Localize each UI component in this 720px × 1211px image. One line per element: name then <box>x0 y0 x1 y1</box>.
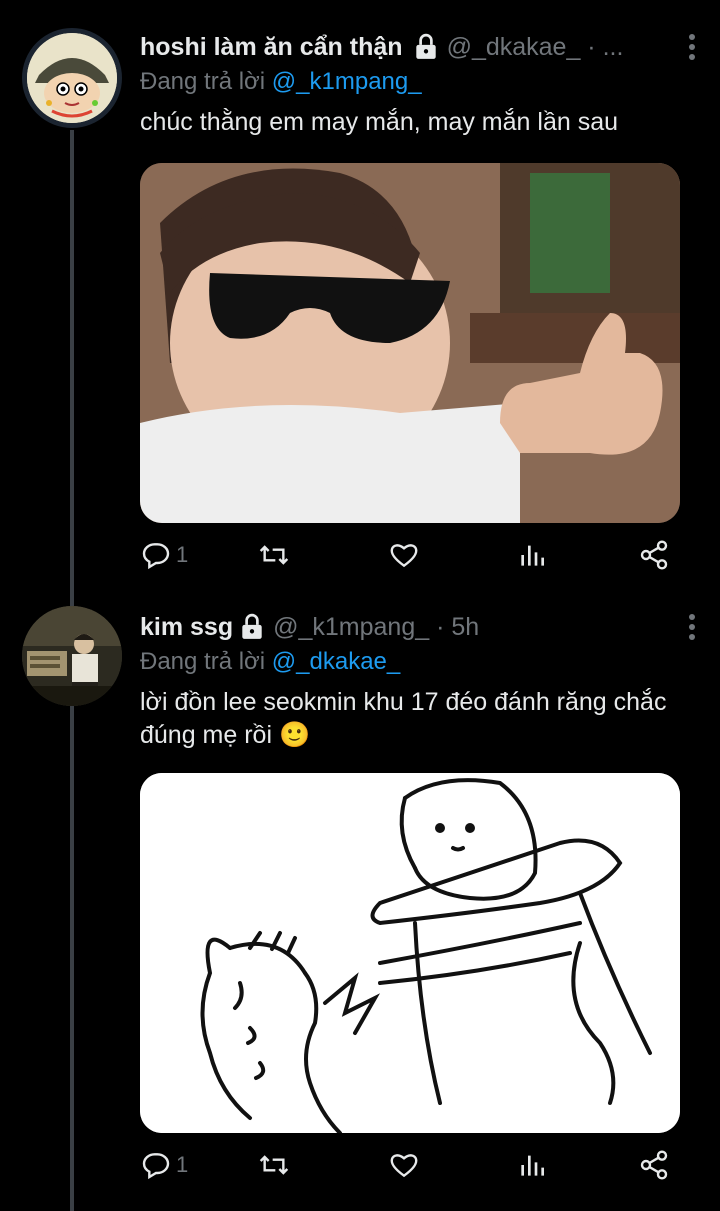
reply-count: 1 <box>176 542 189 567</box>
handle[interactable]: @_k1mpang_ · 5h <box>273 613 479 642</box>
retweet-icon <box>259 1155 289 1175</box>
share-icon <box>640 1150 668 1180</box>
avatar[interactable] <box>22 606 122 706</box>
retweet-button[interactable] <box>258 1149 290 1181</box>
timeline: hoshi làm ăn cẩn thận @_dkakae_ · ... Đa… <box>0 0 720 1211</box>
display-name[interactable]: kim ssg <box>140 613 233 642</box>
share-button[interactable] <box>638 1149 670 1181</box>
heart-icon <box>390 1154 418 1178</box>
reply-icon <box>142 543 170 570</box>
reply-button[interactable]: 1 <box>140 539 188 571</box>
heart-icon <box>390 544 418 568</box>
tweet-actions: 1 <box>140 535 680 575</box>
reply-button[interactable]: 1 <box>140 1149 188 1181</box>
share-icon <box>640 540 668 570</box>
views-button[interactable] <box>516 1149 548 1181</box>
replying-prefix: Đang trả lời <box>140 648 266 675</box>
baby-sunglasses-thumbs-up-image[interactable] <box>140 163 680 523</box>
tweet-actions: 1 <box>140 1145 680 1185</box>
replying-prefix: Đang trả lời <box>140 68 266 95</box>
replying-mention-link[interactable]: @_k1mpang_ <box>272 68 422 95</box>
reply-count: 1 <box>176 1152 189 1177</box>
display-name[interactable]: hoshi làm ăn cẩn thận <box>140 33 403 62</box>
more-options-icon[interactable] <box>680 32 704 62</box>
cartoon-breath-sketch-image[interactable] <box>140 773 680 1133</box>
tweet-header: hoshi làm ăn cẩn thận @_dkakae_ · ... <box>140 28 698 66</box>
replying-mention-link[interactable]: @_dkakae_ <box>272 648 400 675</box>
views-button[interactable] <box>516 539 548 571</box>
tweet[interactable]: kim ssg @_k1mpang_ · 5h Đang trả lời @_d… <box>0 590 720 1211</box>
handle[interactable]: @_dkakae_ · ... <box>447 33 624 62</box>
more-options-icon[interactable] <box>680 612 704 642</box>
like-button[interactable] <box>388 539 420 571</box>
retweet-button[interactable] <box>258 539 290 571</box>
replying-to: Đang trả lời @_dkakae_ <box>140 648 698 682</box>
lock-icon <box>413 33 439 61</box>
replying-to: Đang trả lời @_k1mpang_ <box>140 68 698 102</box>
tweet-content: kim ssg @_k1mpang_ · 5h Đang trả lời @_d… <box>140 608 698 752</box>
reply-icon <box>142 1153 170 1180</box>
analytics-icon <box>521 1155 544 1176</box>
tweet-text: lời đồn lee seokmin khu 17 đéo đánh răng… <box>140 688 667 749</box>
tweet-content: hoshi làm ăn cẩn thận @_dkakae_ · ... Đa… <box>140 28 698 139</box>
avatar[interactable] <box>22 28 122 128</box>
retweet-icon <box>259 545 289 565</box>
share-button[interactable] <box>638 539 670 571</box>
tweet-text: chúc thằng em may mắn, may mắn lần sau <box>140 108 619 136</box>
analytics-icon <box>521 545 544 566</box>
tweet[interactable]: hoshi làm ăn cẩn thận @_dkakae_ · ... Đa… <box>0 0 720 590</box>
like-button[interactable] <box>388 1149 420 1181</box>
tweet-header: kim ssg @_k1mpang_ · 5h <box>140 608 698 646</box>
lock-icon <box>239 613 265 641</box>
